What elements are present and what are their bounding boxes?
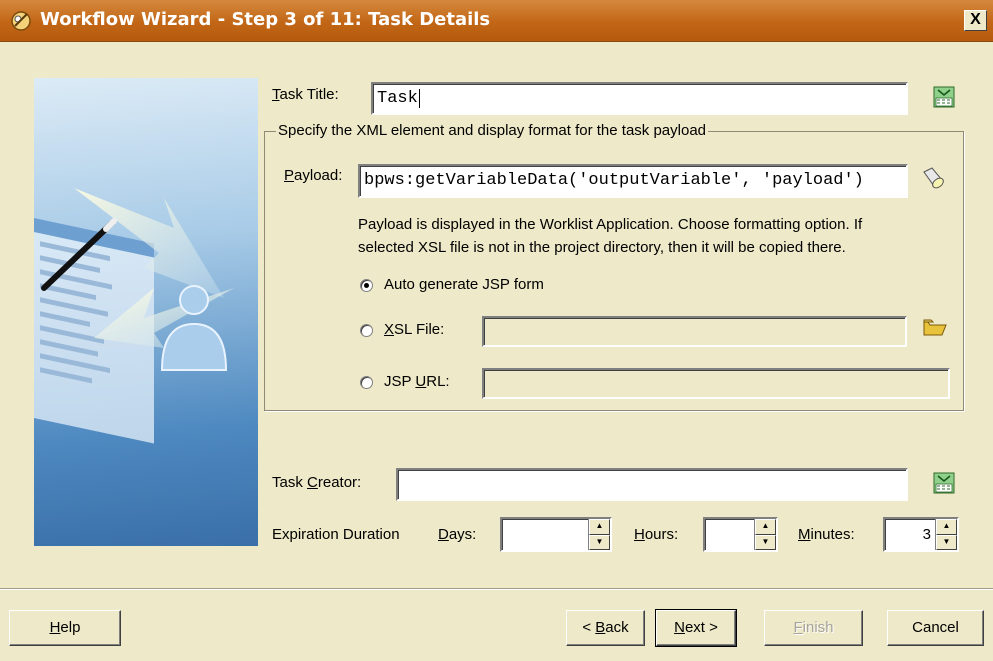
close-icon[interactable]: X [964, 10, 987, 31]
expression-builder-icon[interactable] [933, 86, 955, 108]
jsp-url-input[interactable] [482, 368, 950, 399]
xsl-file-input[interactable] [482, 316, 907, 347]
minutes-value: 3 [922, 526, 931, 543]
xsl-file-label: XSL File: [384, 321, 445, 338]
minutes-label: Minutes: [798, 526, 855, 543]
hours-up-icon[interactable]: ▲ [755, 519, 776, 535]
xsl-file-radio[interactable] [360, 324, 373, 337]
days-label: Days: [438, 526, 477, 543]
wizard-illustration [34, 78, 258, 546]
jsp-url-label: JSP URL: [384, 373, 450, 390]
hours-spin-buttons[interactable]: ▲ ▼ [754, 519, 776, 550]
next-button[interactable]: Next > [655, 609, 737, 647]
hours-spinner[interactable]: ▲ ▼ [703, 517, 778, 552]
finish-button[interactable]: Finish [764, 610, 863, 646]
task-title-label: Task Title: [272, 86, 339, 103]
payload-description-line1: Payload is displayed in the Worklist App… [358, 216, 863, 233]
minutes-up-icon[interactable]: ▲ [936, 519, 957, 535]
minutes-down-icon[interactable]: ▼ [936, 534, 957, 550]
hours-label: Hours: [634, 526, 679, 543]
payload-label: Payload: [284, 167, 343, 184]
task-creator-input[interactable] [396, 468, 908, 501]
days-down-icon[interactable]: ▼ [589, 534, 610, 550]
days-spin-buttons[interactable]: ▲ ▼ [588, 519, 610, 550]
button-separator [0, 588, 993, 590]
task-title-input[interactable]: Task [371, 82, 908, 115]
minutes-spin-buttons[interactable]: ▲ ▼ [935, 519, 957, 550]
minutes-spinner[interactable]: 3 ▲ ▼ [883, 517, 959, 552]
workflow-wizard-icon [11, 11, 31, 31]
jsp-url-radio[interactable] [360, 376, 373, 389]
folder-browse-icon[interactable] [922, 316, 948, 338]
back-button[interactable]: < Back [566, 610, 645, 646]
xpath-flashlight-icon[interactable] [920, 166, 946, 190]
days-up-icon[interactable]: ▲ [589, 519, 610, 535]
expression-builder-icon[interactable] [933, 472, 955, 494]
auto-generate-jsp-label: Auto generate JSP form [384, 276, 544, 293]
window-title: Workflow Wizard - Step 3 of 11: Task Det… [40, 9, 491, 30]
hours-down-icon[interactable]: ▼ [755, 534, 776, 550]
days-spinner[interactable]: ▲ ▼ [500, 517, 612, 552]
payload-input[interactable]: bpws:getVariableData('outputVariable', '… [358, 164, 908, 198]
expiration-duration-label: Expiration Duration [272, 526, 400, 543]
payload-description-line2: selected XSL file is not in the project … [358, 239, 846, 256]
task-creator-label: Task Creator: [272, 474, 362, 491]
payload-group-title: Specify the XML element and display form… [276, 122, 709, 139]
auto-generate-jsp-radio[interactable] [360, 279, 373, 292]
cancel-button[interactable]: Cancel [887, 610, 984, 646]
help-button[interactable]: Help [9, 610, 121, 646]
